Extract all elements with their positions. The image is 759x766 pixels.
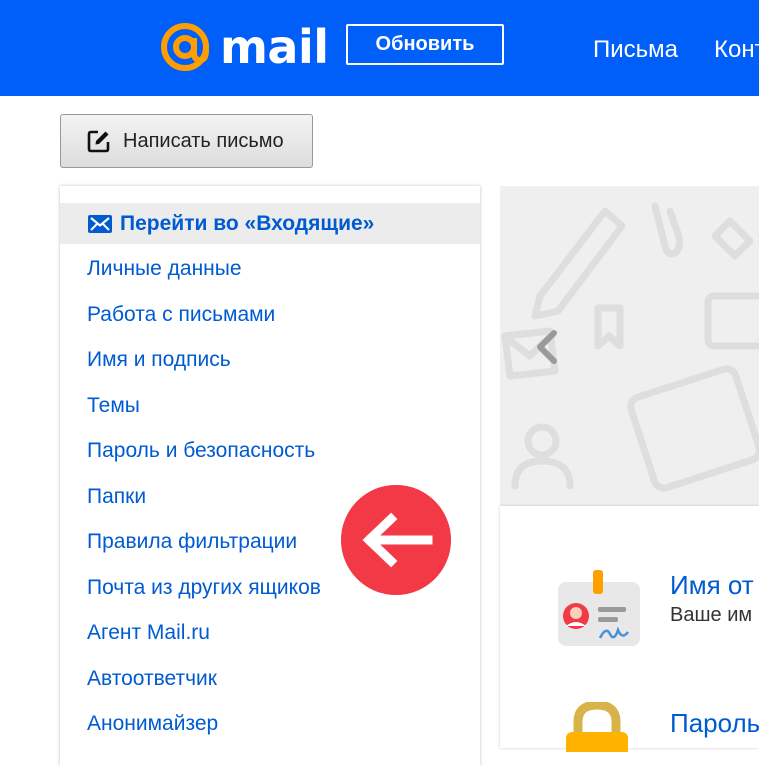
settings-cards: Имя от Ваше им Пароль [500,506,759,752]
inbox-link-label: Перейти во «Входящие» [120,211,375,235]
at-sign-icon [161,23,209,71]
logo-text: mail [220,20,329,74]
compose-button[interactable]: Написать письмо [60,114,313,168]
sidebar-item-name-signature[interactable]: Имя и подпись [87,345,321,391]
mail-logo[interactable]: mail [158,18,329,76]
card-desc-name: Ваше им [670,604,753,626]
edit-icon [87,130,110,153]
id-card-icon [558,570,640,646]
top-nav: Письма Контакты [593,34,759,66]
nav-item-letters[interactable]: Письма [593,34,678,66]
sidebar-item-personal-data[interactable]: Личные данные [87,254,321,300]
card-title-name[interactable]: Имя от [670,570,754,601]
sidebar-item-folders[interactable]: Папки [87,482,321,528]
envelope-icon [88,214,112,233]
sidebar-item-themes[interactable]: Темы [87,391,321,437]
sidebar-item-mail-handling[interactable]: Работа с письмами [87,300,321,346]
padlock-icon [566,702,628,752]
update-button[interactable]: Обновить [346,24,504,65]
sidebar-item-autoresponder[interactable]: Автоответчик [87,664,321,710]
sidebar-item-collector[interactable]: Почта из других ящиков [87,573,321,619]
sidebar-item-filter-rules[interactable]: Правила фильтрации [87,527,321,573]
go-to-inbox-link[interactable]: Перейти во «Входящие» [60,203,480,244]
nav-item-contacts[interactable]: Контакты [714,34,759,66]
chevron-left-icon[interactable] [528,325,568,369]
top-header: mail Обновить Письма Контакты [0,0,759,96]
left-arrow-icon [341,485,451,595]
sidebar-item-password-security[interactable]: Пароль и безопасность [87,436,321,482]
settings-menu: Личные данные Работа с письмами Имя и по… [87,254,321,755]
settings-sidebar: Перейти во «Входящие» Личные данные Рабо… [60,186,480,766]
card-title-password[interactable]: Пароль [670,708,759,739]
sidebar-item-agent[interactable]: Агент Mail.ru [87,618,321,664]
compose-label: Написать письмо [123,129,284,152]
